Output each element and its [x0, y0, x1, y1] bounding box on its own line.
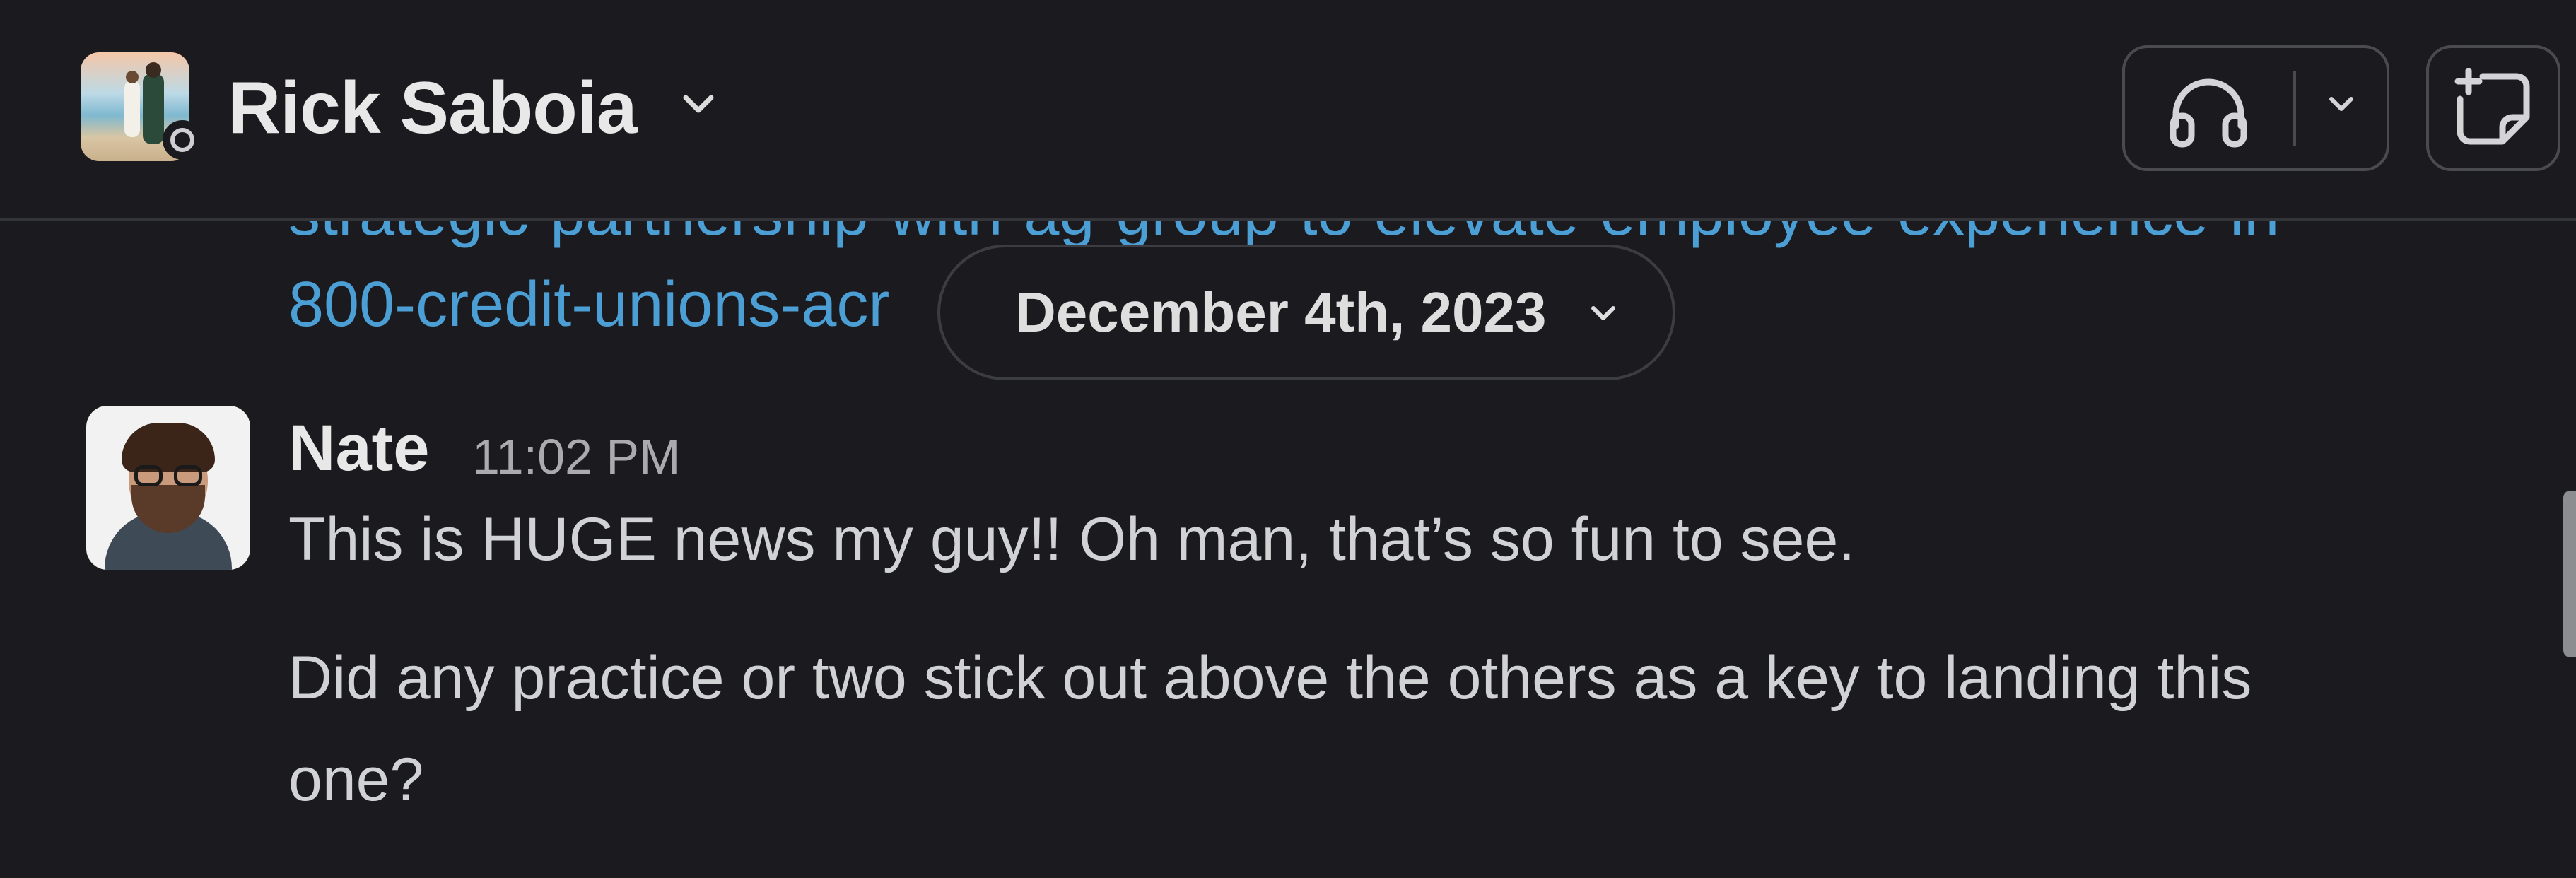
- message-text-line: This is HUGE news my guy!! Oh man, that’…: [288, 505, 1856, 573]
- date-divider-button[interactable]: December 4th, 2023: [937, 245, 1675, 380]
- chevron-down-icon: [1589, 304, 1617, 327]
- button-divider: [2293, 71, 2296, 146]
- huddle-button[interactable]: [2125, 48, 2292, 168]
- message-author-avatar[interactable]: [86, 406, 250, 570]
- message-timestamp[interactable]: 11:02 PM: [472, 421, 680, 492]
- message-author-name[interactable]: Nate: [288, 406, 429, 491]
- huddle-options-button[interactable]: [2297, 48, 2387, 168]
- avatar-figure-shape: [126, 71, 139, 83]
- new-canvas-button[interactable]: [2426, 45, 2560, 171]
- avatar-figure-shape: [146, 62, 161, 78]
- presence-away-icon: [163, 120, 202, 160]
- avatar-glasses-shape: [134, 465, 202, 486]
- chevron-down-icon: [2329, 97, 2353, 111]
- scrollbar-thumb[interactable]: [2563, 491, 2576, 657]
- avatar-figure-shape: [143, 74, 164, 144]
- avatar-figure-shape: [124, 81, 140, 137]
- message-text-line: Did any practice or two stick out above …: [288, 644, 2252, 712]
- channel-header: Rick Saboia: [0, 0, 2576, 221]
- message-text-line: one?: [288, 746, 424, 814]
- message-link[interactable]: 800-credit-unions-acr: [288, 266, 889, 344]
- chevron-down-icon[interactable]: [679, 90, 718, 119]
- message-feed[interactable]: strategic-partnership-with-ag-group-to-e…: [0, 221, 2576, 878]
- date-divider-label: December 4th, 2023: [1015, 281, 1547, 344]
- app-window: strategic-partnership-with-ag-group-to-e…: [0, 0, 2576, 878]
- channel-title[interactable]: Rick Saboia: [228, 62, 638, 154]
- new-canvas-icon: [2454, 68, 2530, 145]
- headphones-icon: [2170, 78, 2247, 148]
- huddle-button-group: [2122, 45, 2389, 171]
